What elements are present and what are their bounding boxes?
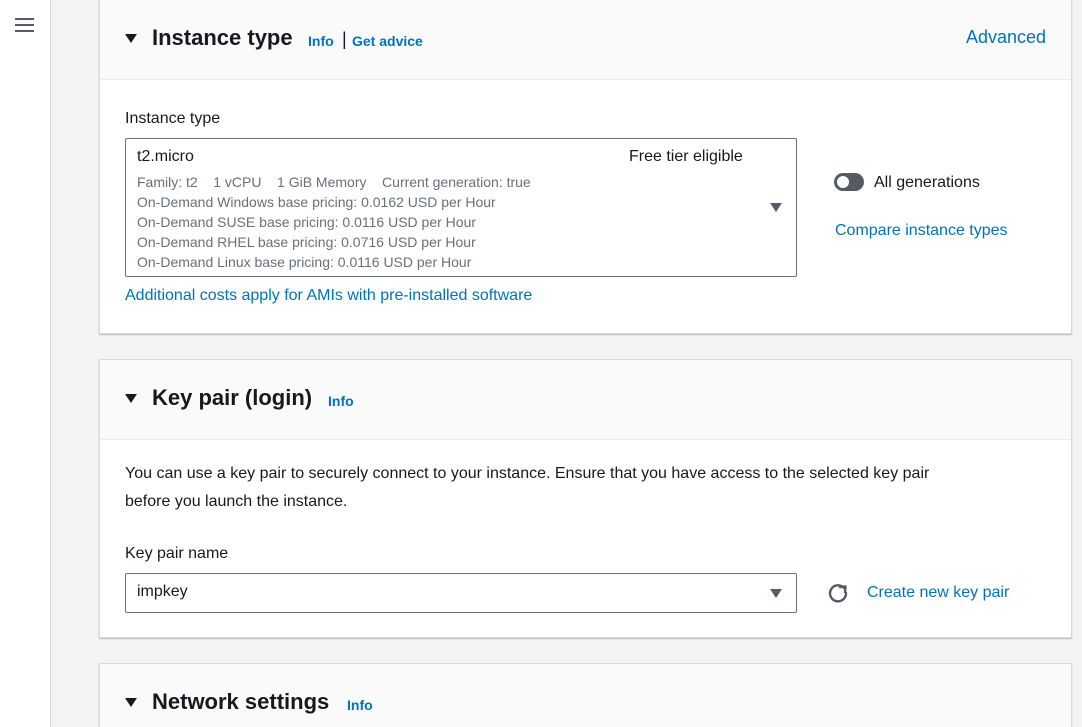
network-settings-panel: Network settings Info <box>99 663 1072 727</box>
advanced-link[interactable]: Advanced <box>966 27 1046 48</box>
key-pair-description-continued: before you launch the instance. <box>125 493 348 510</box>
linux-pricing: On-Demand Linux base pricing: 0.0116 USD… <box>137 254 472 270</box>
caret-down-icon[interactable] <box>125 34 137 43</box>
key-pair-description: You can use a key pair to securely conne… <box>125 465 930 482</box>
instance-type-field-label: Instance type <box>125 110 221 127</box>
instance-type-panel: Instance type Info | Get advice Advanced… <box>99 0 1072 334</box>
link-separator: | <box>342 29 347 49</box>
windows-pricing: On-Demand Windows base pricing: 0.0162 U… <box>137 194 496 210</box>
compare-instance-types-link[interactable]: Compare instance types <box>835 222 1008 240</box>
all-generations-label: All generations <box>874 174 980 191</box>
instance-type-header: Instance type Info | Get advice Advanced <box>100 0 1071 80</box>
create-new-key-pair-link[interactable]: Create new key pair <box>867 584 1009 602</box>
dropdown-caret-icon <box>770 589 782 598</box>
get-advice-link[interactable]: Get advice <box>352 33 423 49</box>
toggle-knob <box>837 176 849 188</box>
free-tier-badge: Free tier eligible <box>629 148 743 165</box>
menu-icon[interactable] <box>15 17 35 33</box>
additional-costs-link[interactable]: Additional costs apply for AMIs with pre… <box>125 287 532 305</box>
section-title: Instance type <box>152 25 293 50</box>
caret-down-icon[interactable] <box>125 394 137 403</box>
dropdown-caret-icon <box>770 203 782 212</box>
info-link[interactable]: Info <box>328 393 354 409</box>
info-link[interactable]: Info <box>347 697 373 713</box>
instance-type-select[interactable]: t2.micro Free tier eligible Family: t2 1… <box>125 138 797 277</box>
all-generations-toggle[interactable] <box>834 173 864 191</box>
key-pair-selected-value: impkey <box>137 583 188 600</box>
refresh-icon[interactable] <box>827 582 849 604</box>
info-link[interactable]: Info <box>308 33 334 49</box>
network-settings-header: Network settings Info <box>100 664 1071 727</box>
side-navigation-rail <box>0 0 51 727</box>
instance-type-name: t2.micro <box>137 148 194 165</box>
instance-family-details: Family: t2 1 vCPU 1 GiB Memory Current g… <box>137 174 531 190</box>
rhel-pricing: On-Demand RHEL base pricing: 0.0716 USD … <box>137 234 476 250</box>
suse-pricing: On-Demand SUSE base pricing: 0.0116 USD … <box>137 214 477 230</box>
section-title: Network settings <box>152 689 330 714</box>
key-pair-select[interactable]: impkey <box>125 573 797 613</box>
key-pair-header: Key pair (login) Info <box>100 360 1071 440</box>
key-pair-field-label: Key pair name <box>125 545 229 562</box>
section-title: Key pair (login) <box>152 385 313 410</box>
caret-down-icon[interactable] <box>125 698 137 707</box>
key-pair-panel: Key pair (login) Info You can use a key … <box>99 359 1072 638</box>
